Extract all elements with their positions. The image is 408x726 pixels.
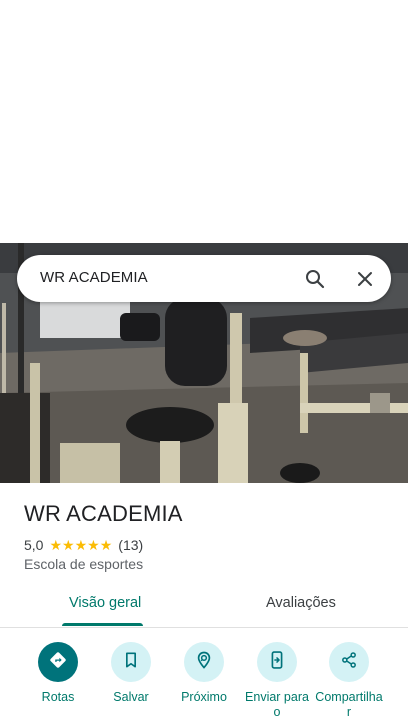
share-label: Compartilhar [315,690,383,719]
send-to-phone-label: Enviar para o [245,690,309,719]
save-label: Salvar [113,690,149,704]
map-area-blank [0,0,408,243]
directions-label: Rotas [41,690,75,704]
share-icon [339,650,359,675]
star-icon: ★ [87,537,100,553]
star-icon: ★ [74,537,88,553]
share-button[interactable]: Compartilhar [312,642,386,720]
send-to-phone-button[interactable]: Enviar para o [240,642,314,720]
action-bar: Rotas Salvar Próximo Enviar para o Compa… [0,642,408,726]
directions-button-circle[interactable] [38,642,78,682]
tab-overview[interactable]: Visão geral [69,595,141,611]
rating-row[interactable]: 5,0 ★ ★ ★ ★ ★ (13) [24,536,143,554]
send-to-phone-button-circle[interactable] [257,642,297,682]
directions-icon [47,649,69,676]
bookmark-icon [121,650,141,675]
send-to-phone-icon [267,650,287,675]
tab-bar: Visão geral Avaliações [0,586,408,628]
tab-reviews[interactable]: Avaliações [266,595,336,611]
star-icon: ★ [99,537,113,553]
search-bar[interactable]: WR ACADEMIA [17,255,391,302]
star-icon: ★ [62,537,75,553]
search-icon[interactable] [303,267,327,291]
close-icon[interactable] [353,267,377,291]
nearby-button[interactable]: Próximo [167,642,241,705]
nearby-label: Próximo [181,690,227,704]
save-button[interactable]: Salvar [94,642,168,705]
star-icon: ★ [49,537,63,553]
place-category: Escola de esportes [24,556,144,572]
directions-button[interactable]: Rotas [21,642,95,705]
share-button-circle[interactable] [329,642,369,682]
rating-value: 5,0 [24,537,44,553]
star-rating: ★ ★ ★ ★ ★ [49,538,112,552]
tab-selected-indicator [62,623,143,626]
place-title: WR ACADEMIA [24,501,183,526]
nearby-icon [194,650,214,675]
review-count[interactable]: (13) [118,537,143,553]
nearby-button-circle[interactable] [184,642,224,682]
search-input[interactable]: WR ACADEMIA [40,269,148,286]
save-button-circle[interactable] [111,642,151,682]
